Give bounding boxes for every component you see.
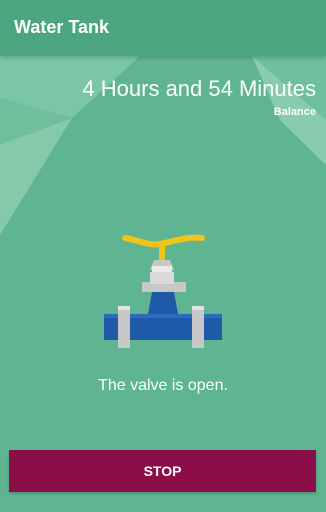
stop-button[interactable]: STOP bbox=[9, 450, 316, 492]
valve-icon bbox=[104, 234, 222, 348]
valve-status-text: The valve is open. bbox=[98, 377, 228, 394]
balance-value: 4 Hours and 54 Minutes bbox=[82, 76, 316, 101]
app-title: Water Tank bbox=[14, 17, 110, 37]
app-bar: Water Tank bbox=[0, 0, 326, 56]
balance-label: Balance bbox=[273, 106, 316, 118]
